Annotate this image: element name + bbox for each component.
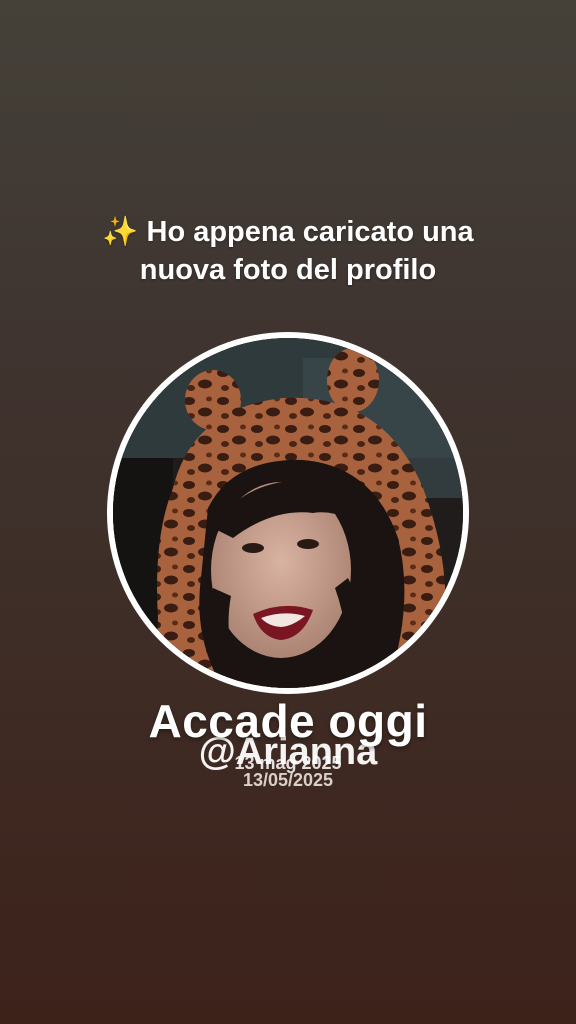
memory-title: Accade oggi [148, 695, 428, 747]
profile-photo[interactable] [113, 338, 463, 688]
memory-post-screen: { "headline": { "icon": "sparkles-icon",… [0, 0, 576, 1024]
profile-photo-ring[interactable] [107, 332, 469, 694]
caption-line-1-text: Ho appena caricato una [146, 216, 474, 248]
profile-photo-image [113, 338, 463, 688]
sparkles-icon: ✨ [102, 214, 139, 248]
caption-line-1: ✨ Ho appena caricato una [0, 212, 576, 251]
caption-line-2: nuova foto del profilo [139, 254, 437, 286]
profile-update-caption: ✨ Ho appena caricato una nuova foto del … [0, 212, 576, 289]
